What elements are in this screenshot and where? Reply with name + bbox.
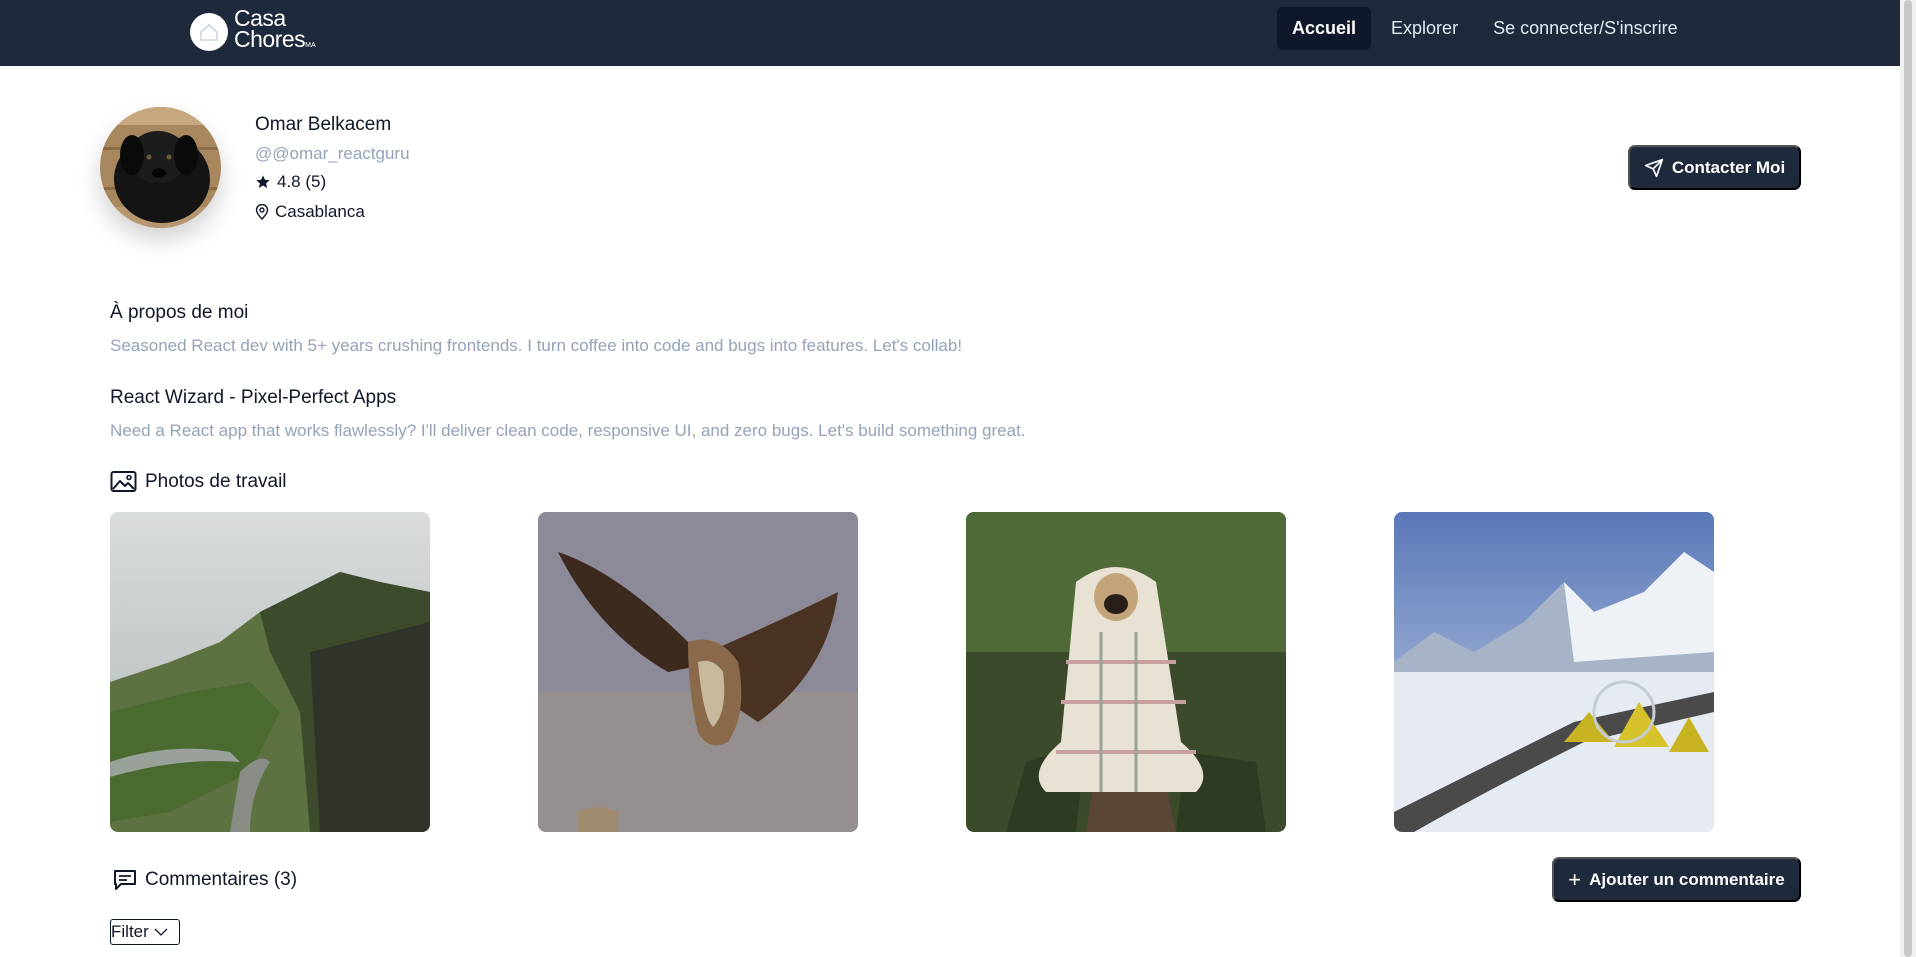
comments-title: Commentaires (3) <box>145 869 298 890</box>
map-pin-icon <box>255 204 269 220</box>
avatar <box>100 107 221 228</box>
top-navbar: Casa ChoresMA Accueil Explorer Se connec… <box>0 0 1900 66</box>
about-title: À propos de moi <box>110 302 249 323</box>
logo-line-2: Chores <box>234 26 306 52</box>
image-icon <box>110 471 137 492</box>
filter-select[interactable]: Filter <box>110 919 180 945</box>
rating-value: 4.8 (5) <box>277 172 327 191</box>
scrollbar-thumb[interactable] <box>1904 0 1912 957</box>
work-photo-1[interactable] <box>110 512 430 832</box>
about-text: Seasoned React dev with 5+ years crushin… <box>110 336 963 355</box>
work-photo-3[interactable] <box>966 512 1286 832</box>
star-icon <box>256 175 270 188</box>
photos-header: Photos de travail <box>110 470 287 494</box>
location-value: Casablanca <box>275 202 365 221</box>
nav-link-accueil[interactable]: Accueil <box>1277 7 1372 50</box>
work-photo-4[interactable] <box>1394 512 1714 832</box>
work-photo-2[interactable] <box>538 512 858 832</box>
comment-icon <box>114 870 136 890</box>
chevron-down-icon <box>154 928 168 936</box>
profile-handle: @@omar_reactguru <box>255 144 410 163</box>
contact-button-label: Contacter Moi <box>1671 157 1786 177</box>
logo-text: Casa ChoresMA <box>234 7 316 56</box>
gig-text: Need a React app that works flawlessly? … <box>110 421 1026 440</box>
gig-title: React Wizard - Pixel-Perfect Apps <box>110 387 397 408</box>
profile-location: Casablanca <box>255 202 365 222</box>
filter-label: Filter <box>111 922 149 941</box>
logo-suffix: MA <box>305 42 316 49</box>
logo[interactable]: Casa ChoresMA <box>190 7 316 56</box>
nav-links: Accueil Explorer Se connecter/S'inscrire <box>1277 7 1698 50</box>
contact-button[interactable]: Contacter Moi <box>1628 145 1801 190</box>
plus-icon: + <box>1568 866 1582 892</box>
add-comment-button[interactable]: + Ajouter un commentaire <box>1552 857 1801 902</box>
profile-name: Omar Belkacem <box>255 114 392 135</box>
comments-header: Commentaires (3) <box>113 869 297 891</box>
page-scrollbar[interactable] <box>1900 0 1916 957</box>
send-icon <box>1644 158 1663 177</box>
nav-link-login[interactable]: Se connecter/S'inscrire <box>1478 7 1693 50</box>
profile-rating: 4.8 (5) <box>255 172 326 192</box>
add-comment-label: Ajouter un commentaire <box>1589 869 1785 889</box>
photos-title: Photos de travail <box>145 471 287 492</box>
house-icon <box>190 13 228 51</box>
nav-link-explorer[interactable]: Explorer <box>1376 7 1473 50</box>
